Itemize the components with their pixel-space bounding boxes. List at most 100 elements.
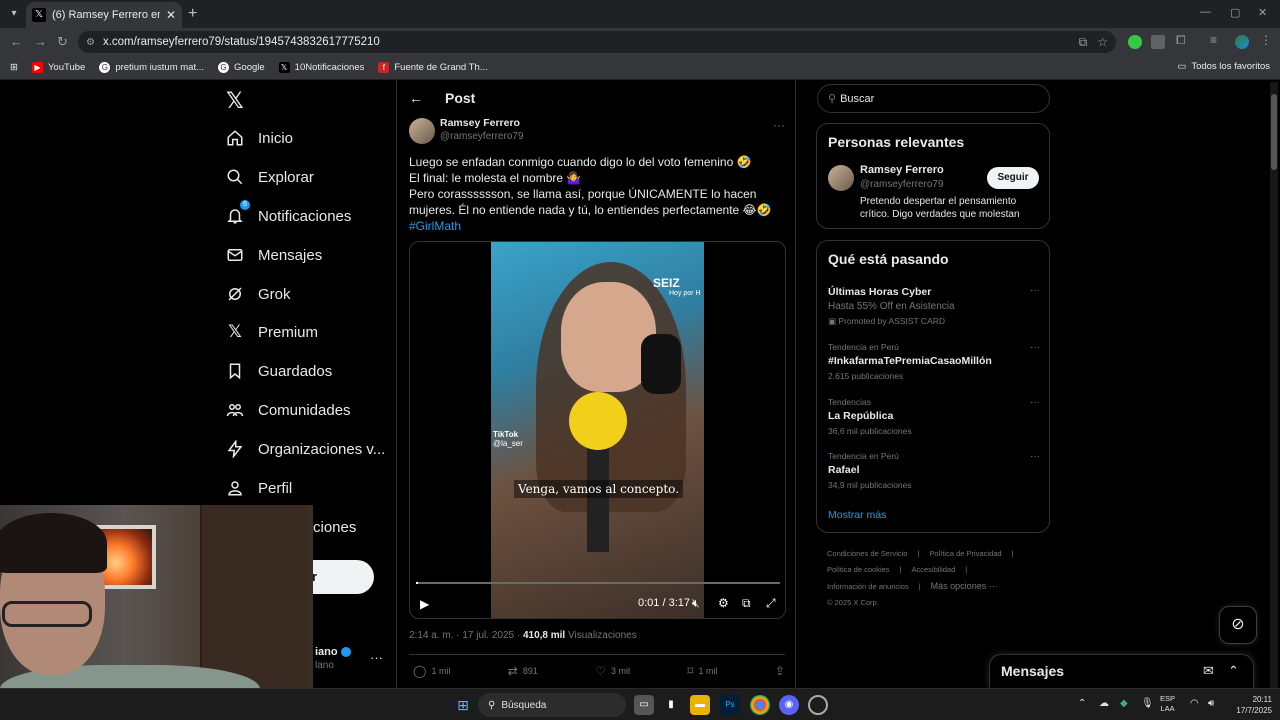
trend-more-icon[interactable]: ··· bbox=[1030, 451, 1040, 462]
trend-item[interactable]: Tendencias La República 36,6 mil publica… bbox=[828, 397, 1040, 436]
relevant-name[interactable]: Ramsey Ferrero bbox=[860, 164, 944, 176]
nav-item-grok[interactable]: Grok bbox=[226, 279, 291, 309]
nav-item-perfil[interactable]: Perfil bbox=[226, 473, 292, 503]
volume-icon[interactable]: 🔊︎ bbox=[1208, 698, 1214, 709]
file-explorer-icon[interactable]: ▬ bbox=[690, 695, 710, 715]
app-icon[interactable]: ▮ bbox=[661, 695, 681, 715]
trend-item[interactable]: Tendencia en Perú #InkafarmaTePremiaCasa… bbox=[828, 342, 1040, 381]
extensions-puzzle-icon[interactable]: ⧠ bbox=[1176, 33, 1190, 47]
post-more-icon[interactable]: ··· bbox=[773, 118, 785, 132]
x-logo-icon[interactable]: 𝕏 bbox=[226, 88, 244, 114]
close-window-icon[interactable]: ✕ bbox=[1258, 6, 1267, 19]
expand-chevron-icon[interactable]: ⌃ bbox=[1228, 663, 1239, 679]
nav-item-explorar[interactable]: Explorar bbox=[226, 162, 314, 192]
bookmark-youtube[interactable]: ▶ YouTube bbox=[31, 62, 85, 73]
nav-item-notificaciones[interactable]: 6 Notificaciones bbox=[226, 200, 351, 231]
messages-drawer[interactable]: Mensajes ✉ ⌃ bbox=[989, 654, 1254, 688]
taskbar-search[interactable]: ⚲ Búsqueda bbox=[478, 693, 626, 717]
profile-avatar[interactable] bbox=[1235, 35, 1249, 49]
nav-item-inicio[interactable]: Inicio bbox=[226, 123, 293, 153]
site-info-icon[interactable]: ⚙ bbox=[86, 37, 95, 48]
footer-cookies[interactable]: Política de cookies bbox=[827, 565, 890, 574]
bookmark-notificaciones[interactable]: 𝕏 10Notificaciones bbox=[278, 62, 364, 73]
nav-item-guardados[interactable]: Guardados bbox=[226, 356, 332, 386]
extension-icon[interactable] bbox=[1151, 35, 1165, 49]
settings-gear-icon[interactable]: ⚙ bbox=[718, 596, 729, 610]
author-handle[interactable]: @ramseyferrero79 bbox=[440, 131, 524, 142]
mute-icon[interactable]: 🔇︎ bbox=[692, 596, 700, 611]
back-arrow-icon[interactable]: ← bbox=[409, 90, 423, 106]
footer-privacy[interactable]: Política de Privacidad bbox=[929, 549, 1001, 558]
author-avatar[interactable] bbox=[409, 118, 435, 144]
back-icon[interactable]: ← bbox=[10, 34, 23, 49]
nav-item-comunidades[interactable]: Comunidades bbox=[226, 395, 351, 425]
task-view-icon[interactable]: ▭ bbox=[634, 695, 654, 715]
nav-item-more-options[interactable]: ciones bbox=[313, 512, 356, 542]
apps-grid-icon[interactable]: ⊞ bbox=[10, 62, 18, 73]
install-app-icon[interactable]: ⧉ bbox=[1079, 35, 1088, 50]
extension-green-icon[interactable] bbox=[1128, 35, 1142, 49]
author-name[interactable]: Ramsey Ferrero bbox=[440, 117, 520, 129]
scroll-thumb[interactable] bbox=[1271, 94, 1277, 170]
account-more-icon[interactable]: ··· bbox=[370, 650, 383, 665]
omnibox[interactable]: ⚙ x.com/ramseyferrero79/status/194574383… bbox=[78, 31, 1116, 53]
wifi-icon[interactable]: ◠ bbox=[1190, 698, 1199, 709]
microphone-icon[interactable]: 🎙︎ bbox=[1141, 698, 1154, 709]
relevant-avatar[interactable] bbox=[828, 165, 854, 191]
video-progress-bar[interactable] bbox=[416, 582, 780, 584]
tab-search-icon[interactable]: ▾ bbox=[6, 6, 22, 22]
bookmark-fuente[interactable]: f Fuente de Grand Th... bbox=[378, 62, 488, 73]
chrome-icon[interactable] bbox=[750, 695, 770, 715]
footer-terms[interactable]: Condiciones de Servicio bbox=[827, 549, 907, 558]
browser-tab[interactable]: 𝕏 (6) Ramsey Ferrero en X: "Luego ✕ bbox=[26, 2, 182, 28]
search-input[interactable] bbox=[840, 92, 1031, 105]
reply-button[interactable]: ◯ 1 mil bbox=[413, 664, 450, 678]
new-message-icon[interactable]: ✉ bbox=[1203, 663, 1214, 679]
bookmark-button[interactable]: ⌑ 1 mil bbox=[687, 664, 717, 678]
bookmark-pretium[interactable]: Gpretium iustum mat... bbox=[99, 62, 204, 73]
tray-app-icon[interactable]: ◆ bbox=[1120, 698, 1128, 709]
play-icon[interactable]: ▶ bbox=[420, 597, 429, 611]
tab-close-icon[interactable]: ✕ bbox=[166, 8, 176, 22]
repost-button[interactable]: ⇄ 891 bbox=[508, 664, 538, 678]
trend-more-icon[interactable]: ··· bbox=[1030, 342, 1040, 353]
keyboard-language[interactable]: ESP LAA bbox=[1160, 694, 1175, 714]
page-scrollbar[interactable] bbox=[1270, 82, 1278, 688]
grok-fab-icon[interactable]: ⊘ bbox=[1219, 606, 1257, 644]
relevant-handle[interactable]: @ramseyferrero79 bbox=[860, 179, 944, 190]
account-name[interactable]: iano bbox=[315, 646, 351, 658]
discord-icon[interactable]: ◉ bbox=[779, 695, 799, 715]
trend-item[interactable]: Tendencia en Perú Rafael 34,9 mil public… bbox=[828, 451, 1040, 490]
follow-button[interactable]: Seguir bbox=[987, 167, 1039, 189]
trend-more-icon[interactable]: ··· bbox=[1030, 285, 1040, 296]
video-frame[interactable]: SEIZ Hoy por H TikTok @la_ser bbox=[491, 242, 704, 618]
footer-more-options[interactable]: Más opciones ··· bbox=[931, 581, 998, 591]
windows-start-icon[interactable]: ⊞ bbox=[453, 695, 473, 715]
like-button[interactable]: ♡ 3 mil bbox=[595, 664, 630, 678]
all-bookmarks[interactable]: ▭ Todos los favoritos bbox=[1177, 61, 1270, 72]
nav-item-organizaciones[interactable]: Organizaciones v... bbox=[226, 434, 385, 464]
chrome-menu-icon[interactable]: ⋮ bbox=[1260, 33, 1274, 47]
pip-icon[interactable]: ⧉ bbox=[742, 596, 751, 611]
minimize-icon[interactable]: — bbox=[1200, 6, 1211, 18]
share-button[interactable]: ⇪ bbox=[775, 664, 785, 678]
bookmark-google[interactable]: G Google bbox=[218, 62, 265, 73]
fullscreen-icon[interactable]: ⤢ bbox=[766, 596, 776, 611]
restore-icon[interactable]: ▢ bbox=[1230, 6, 1240, 19]
url-text[interactable]: x.com/ramseyferrero79/status/19457438326… bbox=[103, 36, 1069, 48]
reload-icon[interactable]: ↻ bbox=[57, 34, 68, 50]
nav-item-mensajes[interactable]: Mensajes bbox=[226, 240, 322, 270]
trend-more-icon[interactable]: ··· bbox=[1030, 397, 1040, 408]
nav-item-premium[interactable]: 𝕏 Premium bbox=[226, 317, 318, 347]
show-more-link[interactable]: Mostrar más bbox=[828, 509, 886, 521]
new-tab-icon[interactable]: + bbox=[188, 5, 197, 23]
forward-icon[interactable]: → bbox=[34, 34, 47, 49]
photoshop-icon[interactable]: Ps bbox=[720, 695, 740, 715]
footer-ads-info[interactable]: Información de anuncios bbox=[827, 582, 909, 591]
hashtag-link[interactable]: #GirlMath bbox=[409, 218, 785, 234]
cloud-icon[interactable]: ☁ bbox=[1099, 698, 1109, 709]
trend-item[interactable]: Últimas Horas Cyber Hasta 55% Off en Asi… bbox=[828, 283, 1040, 327]
footer-accessibility[interactable]: Accesibilidad bbox=[912, 565, 956, 574]
video-player[interactable]: SEIZ Hoy por H TikTok @la_ser Venga, vamo… bbox=[409, 241, 786, 619]
tray-chevron-icon[interactable]: ⌃ bbox=[1078, 698, 1086, 709]
